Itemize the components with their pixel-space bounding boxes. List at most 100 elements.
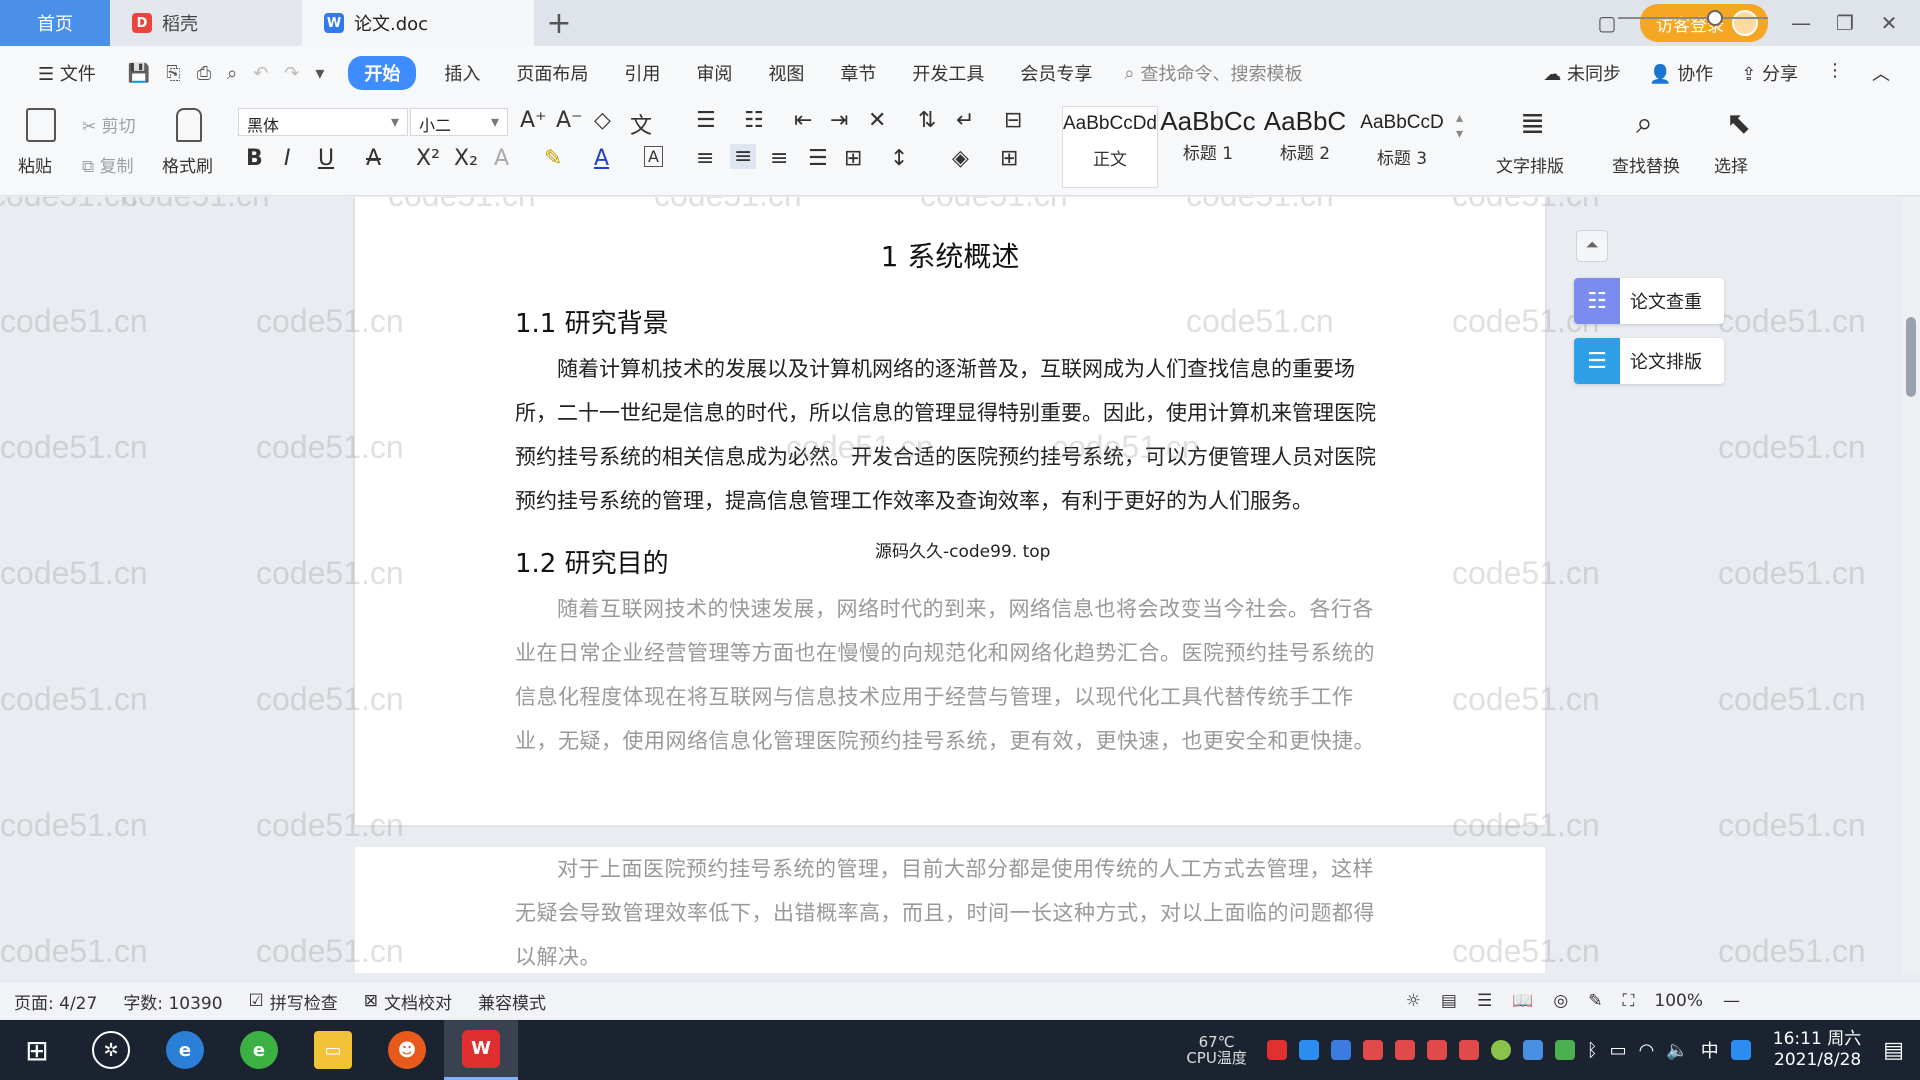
outline-view-icon[interactable]: ☰ [1477, 991, 1492, 1011]
style-heading-3[interactable]: AaBbCcD 标题 3 [1354, 106, 1450, 188]
file-menu[interactable]: ☰ 文件 [20, 60, 114, 86]
menu-insert[interactable]: 插入 [426, 60, 498, 86]
style-normal[interactable]: AaBbCcDd 正文 [1062, 106, 1158, 188]
taskbar-app-explorer[interactable]: ▭ [296, 1020, 370, 1080]
preview-icon[interactable]: ⌕ [227, 63, 237, 84]
tray-app-icon[interactable] [1522, 1040, 1543, 1060]
superscript-icon[interactable]: X² [416, 146, 440, 171]
tray-app-icon[interactable] [1362, 1040, 1383, 1060]
subscript-icon[interactable]: X₂ [454, 146, 478, 171]
shading-icon[interactable]: ◈ [952, 146, 969, 171]
paste-label[interactable]: 粘贴 [18, 152, 52, 177]
tab-daoke[interactable]: D 稻壳 [110, 0, 302, 46]
start-button[interactable]: ⊞ [0, 1020, 74, 1080]
nvidia-icon[interactable] [1554, 1040, 1575, 1060]
web-view-icon[interactable]: ◎ [1553, 991, 1568, 1011]
tab-home[interactable]: 首页 [0, 0, 110, 46]
menu-home[interactable]: 开始 [348, 56, 417, 90]
paper-layout-button[interactable]: ☰ 论文排版 [1574, 338, 1724, 384]
shrink-font-icon[interactable]: A⁻ [556, 108, 583, 133]
notifications-icon[interactable]: ▤ [1883, 1038, 1904, 1063]
menu-developer[interactable]: 开发工具 [894, 60, 1002, 86]
wifi-icon[interactable]: ◠ [1639, 1040, 1655, 1061]
taskbar-app-wps[interactable]: W [444, 1020, 518, 1080]
highlight-icon[interactable]: ✎ [544, 146, 562, 171]
italic-icon[interactable]: I [284, 146, 291, 171]
line-spacing-icon[interactable]: ↕ [890, 146, 908, 171]
tray-app-icon[interactable] [1298, 1040, 1319, 1060]
taskbar-app-game[interactable]: ☻ [370, 1020, 444, 1080]
collapse-ribbon-icon[interactable]: ︿ [1872, 60, 1890, 86]
cut-button[interactable]: ✂ 剪切 [82, 112, 136, 137]
text-layout-icon[interactable]: ≣ [1520, 106, 1545, 141]
restore-button[interactable]: ❐ [1834, 11, 1856, 35]
export-icon[interactable]: ⎘ [166, 63, 180, 84]
show-marks-icon[interactable]: ↵ [956, 108, 974, 133]
undo-icon[interactable]: ↶ [253, 63, 268, 84]
font-size-select[interactable]: 小二 ▾ [410, 108, 508, 136]
bluetooth-icon[interactable]: ᛒ [1587, 1040, 1598, 1061]
menu-references[interactable]: 引用 [606, 60, 678, 86]
text-effect-icon[interactable]: A [494, 146, 509, 171]
fit-page-icon[interactable]: ⛶ [1622, 991, 1634, 1011]
menu-review[interactable]: 审阅 [678, 60, 750, 86]
format-painter-label[interactable]: 格式刷 [162, 152, 213, 177]
zoom-level[interactable]: 100% [1654, 991, 1703, 1011]
redo-icon[interactable]: ↷ [284, 63, 299, 84]
search-tool-icon[interactable] [1730, 1040, 1751, 1060]
underline-icon[interactable]: U [318, 146, 334, 171]
select-label[interactable]: 选择 [1714, 152, 1748, 177]
chinese-layout-icon[interactable]: ✕ [868, 108, 886, 133]
vertical-scrollbar[interactable] [1902, 197, 1920, 973]
copy-button[interactable]: ⧉ 复制 [82, 152, 134, 177]
login-button[interactable]: 访客登录 [1640, 4, 1768, 42]
phonetic-icon[interactable]: 文 [630, 108, 652, 140]
volume-icon[interactable]: 🔈 [1666, 1040, 1688, 1061]
clear-format-icon[interactable]: ◇ [594, 108, 611, 133]
font-name-select[interactable]: 黑体 ▾ [238, 108, 408, 136]
zoom-slider[interactable] [1618, 17, 1768, 19]
borders-icon[interactable]: ⊞ [1000, 146, 1018, 171]
char-border-icon[interactable]: A [644, 146, 663, 167]
minimize-button[interactable]: — [1790, 11, 1812, 35]
sort-icon[interactable]: ⇅ [918, 108, 936, 133]
font-color-icon[interactable]: A [594, 146, 609, 171]
menu-chapter[interactable]: 章节 [822, 60, 894, 86]
find-replace-icon[interactable]: ⌕ [1636, 106, 1653, 141]
format-painter-icon[interactable] [176, 108, 202, 142]
styles-scroll-icon[interactable]: ▴ ▾ [1456, 110, 1463, 142]
document-page-next[interactable]: 对于上面医院预约挂号系统的管理，目前大部分都是使用传统的人工方式去管理，这样无疑… [355, 847, 1545, 973]
menu-member[interactable]: 会员专享 [1002, 60, 1110, 86]
page-indicator[interactable]: 页面: 4/27 [14, 989, 97, 1014]
document-page[interactable]: 1 系统概述 1.1 研究背景 随着计算机技术的发展以及计算机网络的逐渐普及，互… [355, 197, 1545, 825]
style-heading-2[interactable]: AaBbC 标题 2 [1258, 106, 1352, 188]
increase-indent-icon[interactable]: ⇥ [830, 108, 848, 133]
tray-app-icon[interactable] [1490, 1040, 1511, 1060]
decrease-indent-icon[interactable]: ⇤ [794, 108, 812, 133]
distribute-icon[interactable]: ⊞ [844, 146, 862, 171]
scrollbar-thumb[interactable] [1906, 317, 1916, 397]
proofread-button[interactable]: ⊠ 文档校对 [364, 989, 452, 1014]
page-view-icon[interactable]: ▤ [1441, 991, 1457, 1011]
tray-app-icon[interactable] [1394, 1040, 1415, 1060]
tray-app-icon[interactable] [1426, 1040, 1447, 1060]
taskbar-app-ie[interactable]: e [148, 1020, 222, 1080]
align-center-icon[interactable]: ≡ [730, 144, 757, 169]
word-count[interactable]: 字数: 10390 [123, 989, 222, 1014]
menu-page-layout[interactable]: 页面布局 [498, 60, 606, 86]
write-view-icon[interactable]: ✎ [1588, 991, 1602, 1011]
zoom-out-icon[interactable]: — [1723, 991, 1740, 1011]
menu-view[interactable]: 视图 [750, 60, 822, 86]
tray-app-icon[interactable] [1266, 1040, 1287, 1060]
zoom-slider-handle[interactable] [1707, 10, 1723, 26]
spell-check-button[interactable]: ☑ 拼写检查 [249, 989, 338, 1014]
command-search[interactable]: ⌕ 查找命令、搜索模板 [1124, 60, 1302, 86]
collab-button[interactable]: 👤 协作 [1649, 60, 1713, 86]
shield-icon[interactable] [1330, 1040, 1351, 1060]
justify-icon[interactable]: ☰ [808, 146, 828, 171]
bullets-icon[interactable]: ☰ [696, 108, 716, 133]
bold-icon[interactable]: B [246, 146, 263, 171]
collapse-panel-icon[interactable]: ⏶ [1576, 230, 1608, 262]
new-tab-button[interactable]: + [534, 0, 584, 46]
customize-icon[interactable]: ▾ [315, 63, 324, 84]
